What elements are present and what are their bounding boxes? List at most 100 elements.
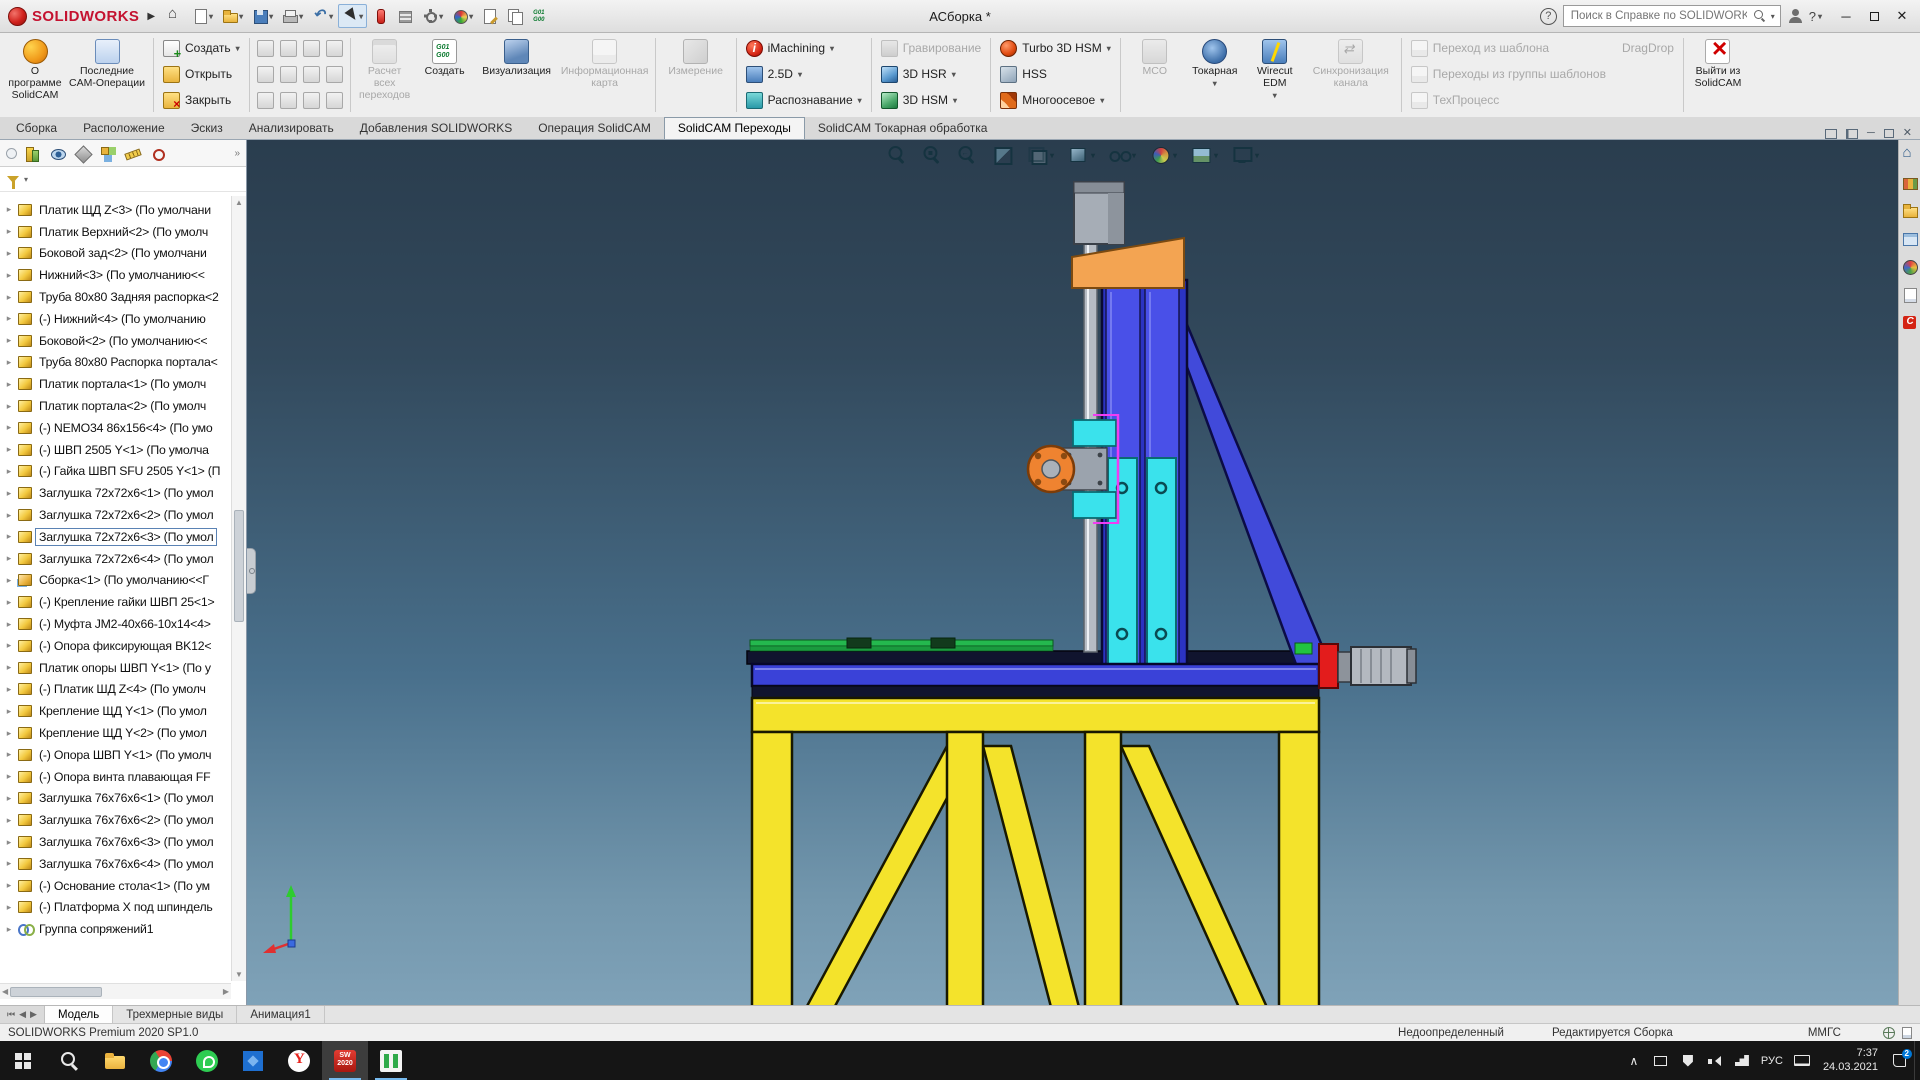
tab-nav-next-icon[interactable]: ▶ (30, 1009, 37, 1020)
doc-close-icon[interactable]: ✕ (1903, 128, 1912, 139)
tree-item[interactable]: ▸ Заглушка 72x72x6<3> (По умол (0, 526, 231, 548)
tree-item[interactable]: ▸ Платик портала<2> (По умолч (0, 395, 231, 417)
quick-access-button[interactable]: ▾ (418, 4, 447, 28)
expand-arrow-icon[interactable]: ▸ (4, 270, 14, 281)
dropdown-caret-icon[interactable]: ▾ (299, 12, 303, 21)
dropdown-caret-icon[interactable]: ▾ (269, 12, 273, 21)
turbo-hsm-button[interactable]: Turbo 3D HSM ▾ (995, 35, 1116, 61)
tree-item[interactable]: ▸ Группа сопряжений1 (0, 918, 231, 940)
model-tab[interactable]: Модель (44, 1006, 114, 1023)
expand-arrow-icon[interactable]: ▸ (4, 357, 14, 368)
view-tool-caret-icon[interactable]: ▾ (1050, 151, 1054, 160)
search-caret-icon[interactable]: ▾ (1771, 12, 1775, 21)
imachining-caret-icon[interactable]: ▾ (830, 44, 834, 53)
expand-arrow-icon[interactable]: ▸ (4, 466, 14, 477)
command-tab[interactable]: Добавления SOLIDWORKS (347, 118, 526, 139)
cam-tool-icon[interactable] (256, 91, 274, 109)
tree-item[interactable]: ▸ (-) Опора винта плавающая FF (0, 766, 231, 788)
cam-tool-icon[interactable] (302, 65, 320, 83)
quick-access-button[interactable]: ▾ (448, 4, 477, 28)
expand-arrow-icon[interactable]: ▸ (4, 793, 14, 804)
tree-item[interactable]: ▸ (-) Опора фиксирующая BK12< (0, 635, 231, 657)
expand-arrow-icon[interactable]: ▸ (4, 771, 14, 782)
task-pane-tab[interactable] (1900, 313, 1920, 333)
tray-speaker-icon[interactable] (1703, 1046, 1727, 1076)
view-tool-button[interactable]: ▾ (1149, 145, 1177, 165)
calc-all-operations-button[interactable]: Расчет всех переходов (355, 35, 415, 115)
view-tool-button[interactable]: ▾ (1108, 145, 1136, 165)
expand-arrow-icon[interactable]: ▸ (4, 684, 14, 695)
task-pane-tab[interactable] (1900, 144, 1920, 165)
recognize-button[interactable]: Распознавание ▾ (741, 87, 867, 113)
tree-item[interactable]: ▸ (-) Нижний<4> (По умолчанию (0, 308, 231, 330)
tree-item[interactable]: ▸ Платик ЩД Z<3> (По умолчани (0, 199, 231, 221)
tree-item[interactable]: ▸ (-) Опора ШВП Y<1> (По умолч (0, 744, 231, 766)
expand-arrow-icon[interactable]: ▸ (4, 597, 14, 608)
about-solidcam-button[interactable]: О программе SolidCAM (5, 35, 65, 115)
expand-arrow-icon[interactable]: ▸ (4, 510, 14, 521)
quick-access-button[interactable]: ▾ (393, 4, 417, 28)
command-tab[interactable]: Анализировать (236, 118, 347, 139)
doc-restore-icon[interactable] (1883, 129, 1894, 138)
tree-item[interactable]: ▸ Платик опоры ШВП Y<1> (По у (0, 657, 231, 679)
tree-item[interactable]: ▸ (-) Платформа X под шпиндель (0, 897, 231, 919)
task-pane-tab[interactable] (1900, 229, 1920, 249)
quick-access-button[interactable]: ▾ (503, 4, 527, 28)
hidden-icons-chevron-icon[interactable]: ∧ (1622, 1046, 1646, 1076)
globe-icon[interactable] (1883, 1026, 1895, 1039)
expand-arrow-icon[interactable]: ▸ (4, 248, 14, 259)
tree-item[interactable]: ▸ Крепление ЩД Y<1> (По умол (0, 700, 231, 722)
task-pane-tab[interactable] (1900, 173, 1920, 193)
view-tool-button[interactable]: ▾ (956, 145, 978, 165)
expand-arrow-icon[interactable]: ▸ (4, 640, 14, 651)
tree-item[interactable]: ▸ (-) Основание стола<1> (По ум (0, 875, 231, 897)
tree-item[interactable]: ▸ Заглушка 72x72x6<4> (По умол (0, 548, 231, 570)
feature-manager-tab[interactable] (98, 144, 117, 163)
close-project-button[interactable]: Закрыть (158, 87, 245, 113)
quick-access-button[interactable]: ▾ (188, 4, 217, 28)
wirecut-button[interactable]: Wirecut EDM ▾ (1245, 35, 1305, 115)
cam-tool-icon[interactable] (302, 91, 320, 109)
cam-tool-icon[interactable] (279, 91, 297, 109)
mco-button[interactable]: MCO (1125, 35, 1185, 115)
dropdown-caret-icon[interactable]: ▾ (469, 12, 473, 21)
cam-tool-icon[interactable] (256, 65, 274, 83)
view-tool-caret-icon[interactable]: ▾ (1173, 151, 1177, 160)
taskbar-app-button[interactable] (46, 1041, 92, 1080)
expand-arrow-icon[interactable]: ▸ (4, 858, 14, 869)
turning-button[interactable]: Токарная ▾ (1185, 35, 1245, 115)
engraving-button[interactable]: Гравирование (876, 35, 987, 61)
units-label[interactable]: ММГС (1808, 1027, 1841, 1039)
cam-tool-icon[interactable] (256, 39, 274, 57)
tree-item[interactable]: ▸ (-) Платик ШД Z<4> (По умолч (0, 679, 231, 701)
view-tool-button[interactable]: ▾ (1231, 145, 1259, 165)
feature-manager-tab[interactable] (148, 144, 167, 163)
view-tool-button[interactable]: ▾ (921, 145, 943, 165)
open-project-button[interactable]: Открыть (158, 61, 245, 87)
25d-caret-icon[interactable]: ▾ (798, 70, 802, 79)
expand-arrow-icon[interactable]: ▸ (4, 379, 14, 390)
tree-item[interactable]: ▸ Заглушка 76x76x6<3> (По умол (0, 831, 231, 853)
quick-access-button[interactable]: ▾ (368, 4, 392, 28)
tree-item[interactable]: ▸ Заглушка 76x76x6<1> (По умол (0, 788, 231, 810)
command-tab[interactable]: SolidCAM Токарная обработка (805, 118, 1001, 139)
quick-access-button[interactable]: ▾ (248, 4, 277, 28)
help-circle-icon[interactable]: ? (1539, 7, 1557, 25)
view-tool-button[interactable]: ▾ (1026, 145, 1054, 165)
z-motor[interactable] (1073, 181, 1125, 245)
quick-access-button[interactable]: ▾ (218, 4, 247, 28)
user-account-icon[interactable] (1787, 8, 1803, 24)
close-button[interactable]: ✕ (1888, 3, 1916, 29)
tree-item[interactable]: ▸ (-) ШВП 2505 Y<1> (По умолча (0, 439, 231, 461)
cam-tool-icon[interactable] (325, 65, 343, 83)
expand-arrow-icon[interactable]: ▸ (4, 749, 14, 760)
taskbar-app-button[interactable] (322, 1041, 368, 1080)
minimize-button[interactable]: ─ (1832, 3, 1860, 29)
scroll-left-icon[interactable]: ◀ (2, 987, 8, 996)
dragdrop-button[interactable]: DragDrop (1617, 35, 1679, 61)
expand-arrow-icon[interactable]: ▸ (4, 531, 14, 542)
expand-arrow-icon[interactable]: ▸ (4, 924, 14, 935)
tray-shield-icon[interactable] (1676, 1046, 1700, 1076)
simulation-button[interactable]: Визуализация (475, 35, 559, 115)
dropdown-caret-icon[interactable]: ▾ (209, 12, 213, 21)
